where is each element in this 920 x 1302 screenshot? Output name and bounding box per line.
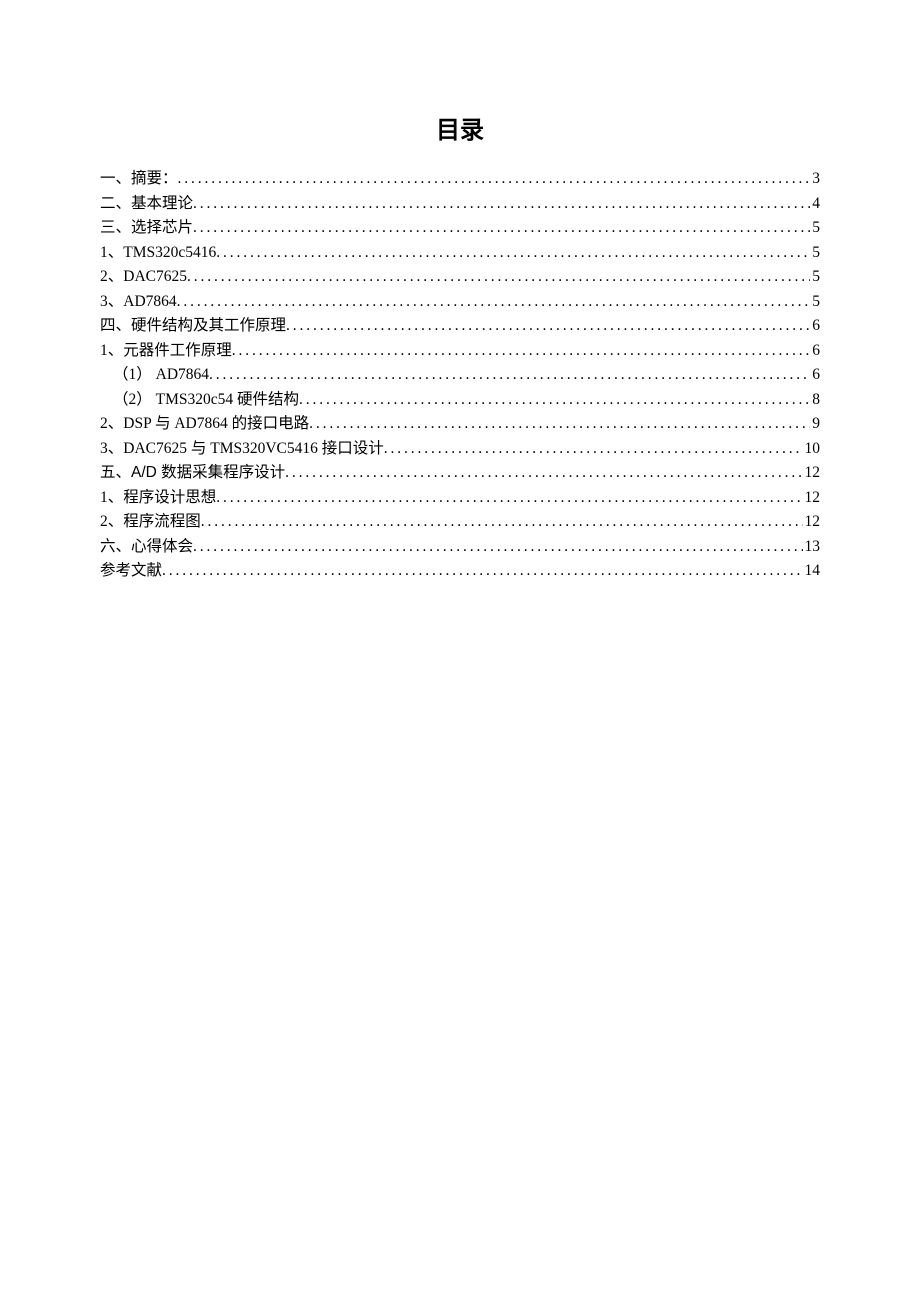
toc-leader-dots: [162, 559, 802, 584]
toc-entry: 2、DAC7625 5: [100, 265, 820, 290]
toc-label: 2、DSP 与 AD7864 的接口电路: [100, 412, 309, 437]
toc-entry: 六、心得体会 13: [100, 535, 820, 560]
toc-leader-dots: [232, 339, 810, 364]
toc-page-number: 10: [803, 437, 821, 462]
toc-leader-dots: [187, 265, 810, 290]
toc-label: （1） AD7864: [113, 363, 209, 388]
toc-entry: 四、硬件结构及其工作原理 6: [100, 314, 820, 339]
toc-leader-dots: [286, 314, 810, 339]
toc-entry: 五、A/D 数据采集程序设计 12: [100, 461, 820, 486]
toc-leader-dots: [285, 461, 802, 486]
toc-entry: 三、选择芯片 5: [100, 216, 820, 241]
toc-page-number: 12: [803, 486, 821, 511]
toc-label: 1、元器件工作原理: [100, 339, 232, 364]
toc-page-number: 5: [810, 290, 820, 315]
toc-label: 2、DAC7625: [100, 265, 187, 290]
toc-leader-dots: [309, 412, 810, 437]
toc-label: 1、程序设计思想: [100, 486, 216, 511]
toc-label: 2、程序流程图: [100, 510, 201, 535]
toc-entry: 1、TMS320c5416 5: [100, 241, 820, 266]
toc-label: 三、选择芯片: [100, 216, 193, 241]
toc-leader-dots: [209, 363, 810, 388]
toc-page-number: 13: [803, 535, 821, 560]
toc-label: （2） TMS320c54 硬件结构: [113, 388, 299, 413]
toc-label: 四、硬件结构及其工作原理: [100, 314, 286, 339]
toc-label: 二、基本理论: [100, 192, 193, 217]
toc-page-number: 6: [810, 339, 820, 364]
toc-entry: （1） AD7864 6: [100, 363, 820, 388]
toc-entry: 一、摘要： 3: [100, 167, 820, 192]
toc-leader-dots: [216, 486, 802, 511]
toc-page-number: 12: [803, 510, 821, 535]
toc-leader-dots: [177, 290, 811, 315]
toc-label: 一、摘要：: [100, 167, 178, 192]
toc-page-number: 4: [810, 192, 820, 217]
toc-page-number: 3: [810, 167, 820, 192]
toc-entry: 3、AD7864 5: [100, 290, 820, 315]
toc-page-number: 5: [810, 216, 820, 241]
toc-page-number: 5: [810, 241, 820, 266]
toc-leader-dots: [384, 437, 803, 462]
toc-page-number: 6: [810, 314, 820, 339]
toc-page-number: 14: [803, 559, 821, 584]
toc-leader-dots: [178, 167, 811, 192]
toc-label: 3、AD7864: [100, 290, 177, 315]
toc-page-number: 9: [810, 412, 820, 437]
toc-page-number: 8: [810, 388, 820, 413]
table-of-contents: 一、摘要： 3 二、基本理论 4 三、选择芯片 5 1、TMS320c5416 5 2、…: [100, 167, 820, 584]
toc-leader-dots: [216, 241, 810, 266]
toc-leader-dots: [193, 216, 810, 241]
toc-label: 五、A/D 数据采集程序设计: [100, 461, 285, 486]
toc-page-number: 6: [810, 363, 820, 388]
toc-label: 3、DAC7625 与 TMS320VC5416 接口设计: [100, 437, 384, 462]
toc-entry: 3、DAC7625 与 TMS320VC5416 接口设计 10: [100, 437, 820, 462]
toc-label: 六、心得体会: [100, 535, 193, 560]
toc-page-number: 12: [803, 461, 821, 486]
toc-entry: 1、程序设计思想 12: [100, 486, 820, 511]
toc-entry: 二、基本理论 4: [100, 192, 820, 217]
toc-leader-dots: [193, 192, 810, 217]
toc-entry: 1、元器件工作原理 6: [100, 339, 820, 364]
toc-leader-dots: [193, 535, 802, 560]
toc-label: 参考文献: [100, 559, 162, 584]
toc-leader-dots: [299, 388, 810, 413]
toc-entry: 2、DSP 与 AD7864 的接口电路 9: [100, 412, 820, 437]
toc-label: 1、TMS320c5416: [100, 241, 216, 266]
toc-entry: 参考文献 14: [100, 559, 820, 584]
toc-title: 目录: [100, 110, 820, 145]
toc-leader-dots: [201, 510, 803, 535]
toc-entry: （2） TMS320c54 硬件结构 8: [100, 388, 820, 413]
toc-page-number: 5: [810, 265, 820, 290]
toc-entry: 2、程序流程图 12: [100, 510, 820, 535]
